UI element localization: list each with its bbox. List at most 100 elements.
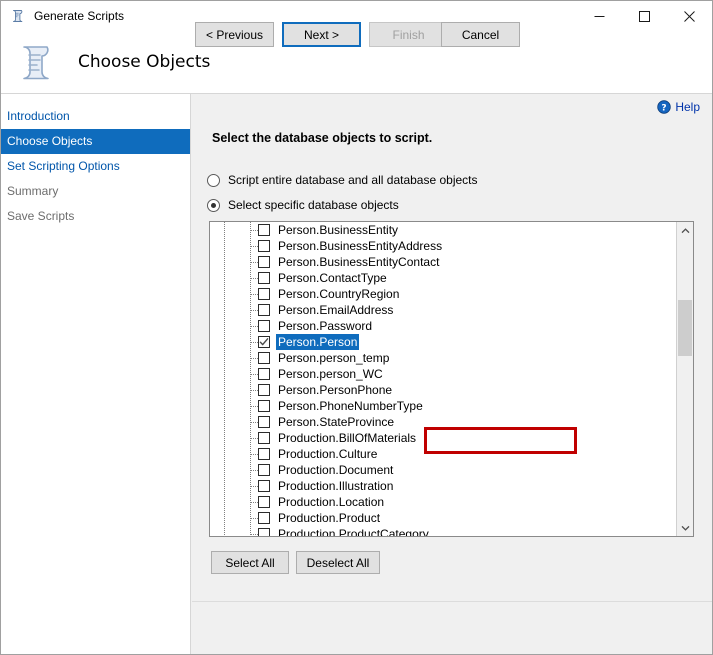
list-item-label: Production.BillOfMaterials [278,431,417,445]
table-row[interactable]: Production.Document [210,462,676,478]
checkbox-unchecked-icon[interactable] [258,304,270,316]
checkbox-unchecked-icon[interactable] [258,480,270,492]
checkbox-unchecked-icon[interactable] [258,288,270,300]
tree-connector [251,470,258,471]
checkbox-unchecked-icon[interactable] [258,496,270,508]
checkbox-unchecked-icon[interactable] [258,320,270,332]
list-item-label: Person.Password [278,319,373,333]
tree-connector [251,358,258,359]
checkbox-unchecked-icon[interactable] [258,512,270,524]
script-scroll-icon [10,8,26,24]
wizard-steps-sidebar: Introduction Choose Objects Set Scriptin… [1,94,191,654]
tree-connector [251,486,258,487]
tree-connector [251,406,258,407]
help-label: Help [675,100,700,114]
list-item-label: Person.person_WC [278,367,383,381]
sidebar-item-set-scripting-options[interactable]: Set Scripting Options [1,154,190,179]
instruction-text: Select the database objects to script. [212,131,433,145]
checkbox-unchecked-icon[interactable] [258,352,270,364]
tree-connector [251,422,258,423]
listbox-scrollbar[interactable] [676,222,693,536]
table-row[interactable]: Production.Illustration [210,478,676,494]
list-item-label: Person.EmailAddress [278,303,394,317]
table-row[interactable]: Person.PersonPhone [210,382,676,398]
list-item-label: Person.person_temp [278,351,390,365]
script-scroll-large-icon [13,39,59,85]
page-title: Choose Objects [78,52,211,72]
sidebar-item-choose-objects[interactable]: Choose Objects [1,129,190,154]
close-icon[interactable] [667,1,712,31]
tree-connector [251,310,258,311]
checkbox-unchecked-icon[interactable] [258,432,270,444]
maximize-icon[interactable] [622,1,667,31]
checkbox-unchecked-icon[interactable] [258,400,270,412]
table-row[interactable]: Person.person_WC [210,366,676,382]
checkbox-unchecked-icon[interactable] [258,448,270,460]
tree-connector [251,438,258,439]
table-row[interactable]: Person.StateProvince [210,414,676,430]
checkbox-checked-icon[interactable] [258,336,270,348]
radio-indicator-unselected [207,173,220,187]
scroll-up-icon[interactable] [677,222,693,239]
table-row[interactable]: Person.person_temp [210,350,676,366]
table-row[interactable]: Person.CountryRegion [210,286,676,302]
tree-connector [251,454,258,455]
help-link[interactable]: ? Help [657,100,700,114]
radio-script-entire-database[interactable]: Script entire database and all database … [207,173,478,187]
tree-connector [251,534,258,535]
checkbox-unchecked-icon[interactable] [258,384,270,396]
list-item-label: Person.Person [276,334,360,350]
tree-connector [251,278,258,279]
cancel-button[interactable]: Cancel [441,22,520,47]
generate-scripts-window: Generate Scripts Choose Objects Introduc… [0,0,713,655]
checkbox-unchecked-icon[interactable] [258,464,270,476]
table-row[interactable]: Production.Product [210,510,676,526]
checkbox-unchecked-icon[interactable] [258,368,270,380]
table-row[interactable]: Person.BusinessEntity [210,222,676,238]
checkbox-unchecked-icon[interactable] [258,272,270,284]
list-item-label: Production.Culture [278,447,378,461]
checkbox-unchecked-icon[interactable] [258,224,270,236]
list-item-label: Production.Document [278,463,394,477]
table-row[interactable]: Person.Password [210,318,676,334]
table-row[interactable]: Person.ContactType [210,270,676,286]
checkbox-unchecked-icon[interactable] [258,256,270,268]
wizard-footer [192,602,712,654]
checkbox-unchecked-icon[interactable] [258,240,270,252]
table-row[interactable]: Person.BusinessEntityAddress [210,238,676,254]
table-row[interactable]: Production.Location [210,494,676,510]
select-all-button[interactable]: Select All [211,551,289,574]
table-row[interactable]: Person.Person [210,334,676,350]
tree-rows: Person.BusinessEntity Person.BusinessEnti… [210,222,676,536]
tree-connector [251,374,258,375]
table-row[interactable]: Person.BusinessEntityContact [210,254,676,270]
checkbox-unchecked-icon[interactable] [258,416,270,428]
checkbox-unchecked-icon[interactable] [258,528,270,536]
sidebar-item-introduction[interactable]: Introduction [1,104,190,129]
radio-indicator-selected [207,198,220,212]
previous-button[interactable]: < Previous [195,22,274,47]
table-row[interactable]: Production.BillOfMaterials [210,430,676,446]
list-item-label: Production.Product [278,511,381,525]
tree-connector [251,246,258,247]
minimize-icon[interactable] [577,1,622,31]
list-item-label: Person.PhoneNumberType [278,399,423,413]
sidebar-item-summary: Summary [7,184,59,198]
database-objects-listbox[interactable]: Person.BusinessEntity Person.BusinessEnti… [209,221,694,537]
scroll-down-icon[interactable] [677,519,693,536]
tree-connector [251,230,258,231]
deselect-all-button[interactable]: Deselect All [296,551,380,574]
content-panel: ? Help Select the database objects to sc… [192,94,712,601]
table-row[interactable]: Production.Culture [210,446,676,462]
list-item-label: Person.StateProvince [278,415,395,429]
table-row[interactable]: Production.ProductCategory [210,526,676,536]
radio-select-specific-objects[interactable]: Select specific database objects [207,198,399,212]
tree-connector [251,342,258,343]
window-title: Generate Scripts [34,9,125,23]
table-row[interactable]: Person.EmailAddress [210,302,676,318]
list-item-label: Production.Illustration [278,479,394,493]
next-button[interactable]: Next > [282,22,361,47]
scrollbar-thumb[interactable] [678,300,692,356]
tree-connector [251,518,258,519]
table-row[interactable]: Person.PhoneNumberType [210,398,676,414]
